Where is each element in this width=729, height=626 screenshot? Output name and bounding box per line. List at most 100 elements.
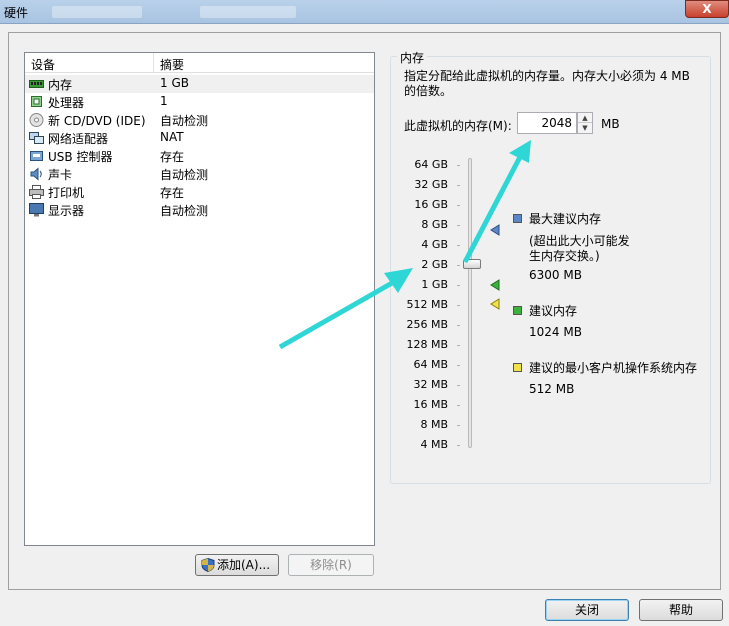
sound-card-icon <box>30 167 42 181</box>
scale-label: 4 GB <box>421 238 448 251</box>
memory-group-title: 内存 <box>397 49 428 66</box>
spin-down-icon[interactable]: ▼ <box>578 123 592 133</box>
uac-shield-icon <box>201 558 215 572</box>
recommended-legend-value: 1024 MB <box>529 325 582 339</box>
device-name: 声卡 <box>48 168 73 182</box>
column-header-summary[interactable]: 摘要 <box>160 56 184 73</box>
device-row-memory[interactable]: 内存 1 GB <box>25 75 374 93</box>
scale-tick <box>457 285 460 286</box>
remove-device-button[interactable]: 移除(R) <box>288 554 374 576</box>
device-summary: 自动检测 <box>160 114 209 128</box>
recommended-marker-icon <box>490 279 500 291</box>
scale-tick <box>457 305 460 306</box>
device-name: 显示器 <box>48 204 85 218</box>
memory-spin-control[interactable]: ▲ ▼ <box>577 112 593 134</box>
network-adapter-icon <box>29 132 44 144</box>
scale-label: 8 GB <box>421 218 448 231</box>
device-list-header: 设备 摘要 <box>25 53 374 73</box>
scale-label: 512 MB <box>406 298 448 311</box>
minimum-marker-icon <box>490 298 500 310</box>
memory-icon <box>29 80 44 88</box>
device-row-processor[interactable]: 处理器 1 <box>25 93 374 111</box>
scale-tick <box>457 385 460 386</box>
device-list[interactable]: 设备 摘要 内存 1 GB 处理器 1 新 CD/DVD (IDE) 自动检测 … <box>24 52 375 546</box>
scale-tick <box>457 405 460 406</box>
recommended-legend-swatch <box>513 306 522 315</box>
max-recommended-marker-icon <box>490 224 500 236</box>
column-separator[interactable] <box>153 53 154 73</box>
minimum-legend-title: 建议的最小客户机操作系统内存 <box>529 361 698 375</box>
scale-tick <box>457 365 460 366</box>
scale-tick <box>457 265 460 266</box>
device-row-display[interactable]: 显示器 自动检测 <box>25 201 374 219</box>
device-summary: 存在 <box>160 150 185 164</box>
scale-label: 64 GB <box>414 158 448 171</box>
device-summary: 1 <box>160 94 168 108</box>
max-legend-title: 最大建议内存 <box>529 212 602 226</box>
cd-dvd-icon <box>29 113 44 127</box>
add-button-label: 添加(A)... <box>217 558 271 572</box>
device-row-usb-controller[interactable]: USB 控制器 存在 <box>25 147 374 165</box>
scale-tick <box>457 445 460 446</box>
column-header-device[interactable]: 设备 <box>31 56 55 73</box>
device-summary: 自动检测 <box>160 204 209 218</box>
device-row-sound-card[interactable]: 声卡 自动检测 <box>25 165 374 183</box>
device-name: 新 CD/DVD (IDE) <box>48 114 146 128</box>
processor-icon <box>31 96 42 107</box>
scale-tick <box>457 225 460 226</box>
scale-tick <box>457 425 460 426</box>
minimum-legend-swatch <box>513 363 522 372</box>
help-button[interactable]: 帮助 <box>639 599 723 621</box>
display-icon <box>29 203 44 217</box>
scale-tick <box>457 185 460 186</box>
max-legend-note: (超出此大小可能发生内存交换。) <box>529 234 630 263</box>
scale-label: 1 GB <box>421 278 448 291</box>
memory-slider-track[interactable] <box>468 158 472 448</box>
spin-up-icon[interactable]: ▲ <box>578 113 592 123</box>
scale-tick <box>457 345 460 346</box>
device-name: USB 控制器 <box>48 150 113 164</box>
scale-label: 128 MB <box>406 338 448 351</box>
scale-label: 256 MB <box>406 318 448 331</box>
device-summary: 存在 <box>160 186 185 200</box>
max-legend-value: 6300 MB <box>529 268 582 282</box>
scale-tick <box>457 165 460 166</box>
device-row-network-adapter[interactable]: 网络适配器 NAT <box>25 129 374 147</box>
memory-unit: MB <box>601 117 620 131</box>
window-close-button[interactable]: X <box>685 0 729 18</box>
scale-label: 8 MB <box>420 418 448 431</box>
scale-tick <box>457 325 460 326</box>
scale-label: 2 GB <box>421 258 448 271</box>
scale-label: 16 GB <box>414 198 448 211</box>
device-row-cd-dvd[interactable]: 新 CD/DVD (IDE) 自动检测 <box>25 111 374 129</box>
scale-label: 64 MB <box>413 358 448 371</box>
scale-label: 32 MB <box>413 378 448 391</box>
memory-field-label: 此虚拟机的内存(M): <box>404 119 512 133</box>
device-summary: 自动检测 <box>160 168 209 182</box>
title-bar: 硬件 X <box>0 0 729 24</box>
device-name: 处理器 <box>48 96 85 110</box>
device-summary: NAT <box>160 130 184 144</box>
scale-tick <box>457 245 460 246</box>
device-summary: 1 GB <box>160 76 189 90</box>
usb-icon <box>30 151 43 161</box>
window-title: 硬件 <box>4 6 29 20</box>
device-name: 打印机 <box>48 186 85 200</box>
memory-size-input[interactable]: 2048 <box>517 112 577 134</box>
background-tab-ghost <box>52 6 142 18</box>
memory-description: 指定分配给此虚拟机的内存量。内存大小必须为 4 MB 的倍数。 <box>404 69 690 98</box>
scale-label: 16 MB <box>413 398 448 411</box>
device-row-printer[interactable]: 打印机 存在 <box>25 183 374 201</box>
max-legend-swatch <box>513 214 522 223</box>
recommended-legend-title: 建议内存 <box>529 304 578 318</box>
close-button[interactable]: 关闭 <box>545 599 629 621</box>
scale-label: 4 MB <box>420 438 448 451</box>
memory-slider-thumb[interactable] <box>463 259 481 269</box>
device-name: 内存 <box>48 78 73 92</box>
scale-label: 32 GB <box>414 178 448 191</box>
add-device-button[interactable]: 添加(A)... <box>195 554 279 576</box>
minimum-legend-value: 512 MB <box>529 382 575 396</box>
scale-tick <box>457 205 460 206</box>
device-name: 网络适配器 <box>48 132 109 146</box>
background-tab-ghost <box>200 6 296 18</box>
